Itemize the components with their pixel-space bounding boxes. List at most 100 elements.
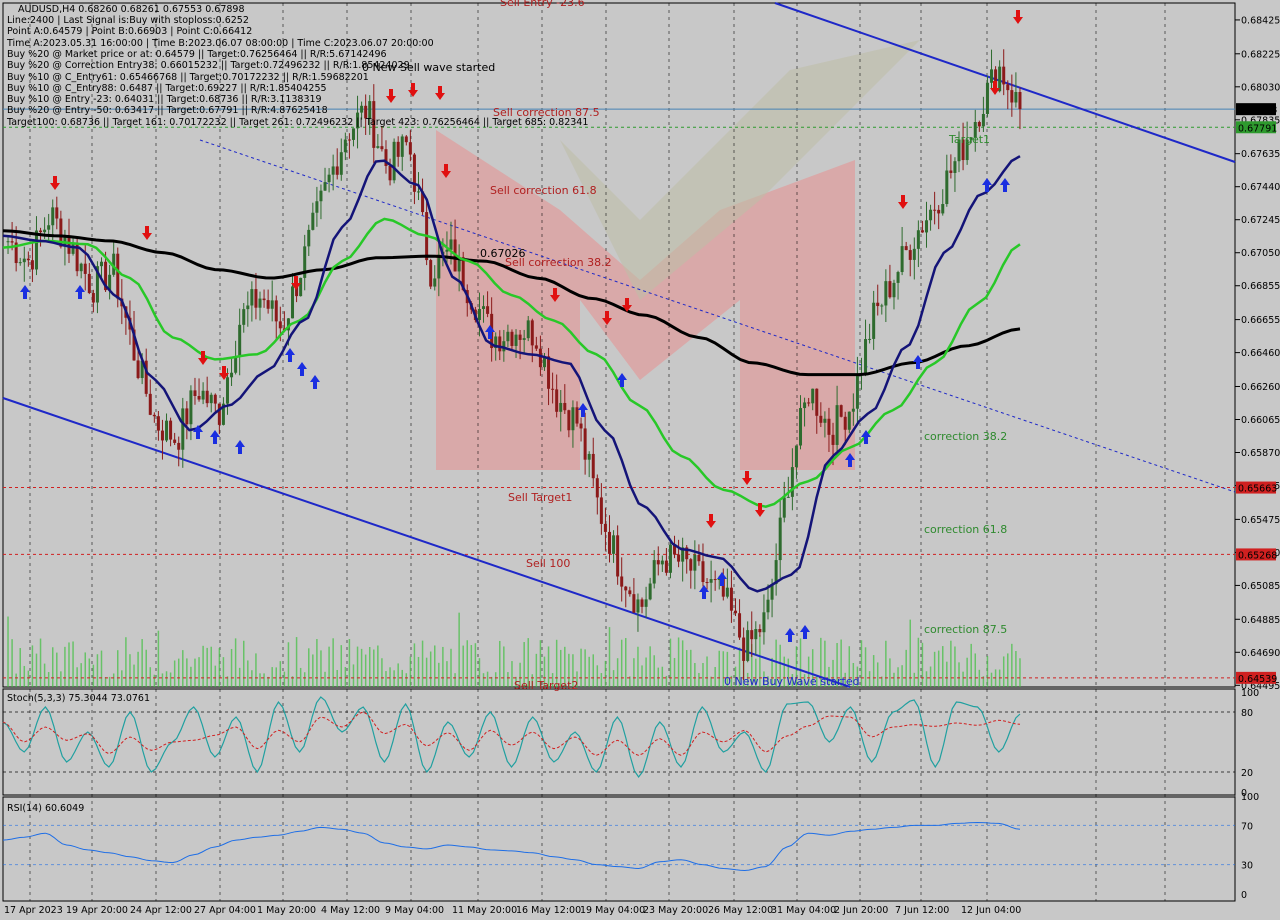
candle-body <box>762 612 766 633</box>
candle-body <box>429 260 433 287</box>
candle-body <box>376 146 380 148</box>
candle-body <box>811 388 815 404</box>
candle-body <box>742 637 746 661</box>
candle-body <box>433 278 437 287</box>
annotation-sell-target1: Sell Target1 <box>508 491 572 504</box>
candle-body <box>18 262 22 264</box>
candle-body <box>632 594 636 613</box>
candle-body <box>941 204 945 214</box>
candle-body <box>193 390 197 396</box>
price-tag-label: 0.67791 <box>1238 123 1277 134</box>
candle-body <box>315 201 319 213</box>
price-tick-label: 0.68030 <box>1241 82 1280 93</box>
candle-body <box>22 258 26 263</box>
candle-body <box>6 241 10 243</box>
candle-body <box>908 250 912 260</box>
candle-body <box>937 209 941 214</box>
candle-body <box>522 338 526 340</box>
candle-body <box>201 390 205 400</box>
candle-body <box>152 414 156 417</box>
candle-body <box>786 496 790 498</box>
candle-body <box>30 260 34 270</box>
candle-body <box>847 411 851 430</box>
candle-body <box>1006 84 1010 91</box>
candle-body <box>571 407 575 431</box>
price-tick-label: 0.67635 <box>1241 149 1280 160</box>
candle-body <box>579 423 583 429</box>
candle-body <box>705 582 709 584</box>
signal-info-line: Buy %20 @ Correction Entry38: 0.66015232… <box>7 60 410 72</box>
candle-body <box>538 348 542 368</box>
candle-body <box>701 561 705 583</box>
candle-body <box>766 599 770 613</box>
candle-body <box>758 629 762 633</box>
candle-body <box>807 402 811 404</box>
time-tick-label: 27 Apr 04:00 <box>194 905 256 916</box>
price-tick-label: 0.67245 <box>1241 215 1280 226</box>
candle-body <box>896 272 900 283</box>
time-tick-label: 23 May 20:00 <box>643 905 708 916</box>
candle-body <box>998 66 1002 92</box>
annotation-target1: Target1 <box>948 133 990 146</box>
candle-body <box>34 230 38 270</box>
candle-body <box>794 445 798 468</box>
candle-body <box>351 128 355 140</box>
candle-body <box>205 390 209 404</box>
candle-body <box>83 263 87 274</box>
price-tick-label: 0.66065 <box>1241 415 1280 426</box>
candle-body <box>380 146 384 150</box>
rsi-level-label: 0 <box>1241 890 1247 901</box>
chart-canvas: Sell Entry -23.60 New Sell wave startedS… <box>0 0 1280 920</box>
candle-body <box>855 374 859 409</box>
time-tick-label: 12 Jun 04:00 <box>961 905 1021 916</box>
candle-body <box>599 497 603 524</box>
candle-body <box>360 105 364 113</box>
time-tick-label: 17 Apr 2023 <box>4 905 63 916</box>
time-tick-label: 1 May 20:00 <box>257 905 316 916</box>
candle-body <box>868 338 872 340</box>
time-tick-label: 2 Jun 20:00 <box>834 905 888 916</box>
candle-body <box>754 629 758 640</box>
candle-body <box>750 630 754 640</box>
candle-body <box>412 154 416 192</box>
candle-body <box>343 139 347 153</box>
candle-body <box>648 583 652 600</box>
candle-body <box>933 209 937 211</box>
candle-body <box>790 467 794 497</box>
annotation-correction-618: correction 61.8 <box>924 523 1007 536</box>
stoch-level-label: 80 <box>1241 708 1253 719</box>
candle-body <box>498 336 502 352</box>
candle-body <box>392 141 396 181</box>
candle-body <box>43 229 47 233</box>
candle-body <box>916 230 920 249</box>
candle-body <box>591 453 595 479</box>
candle-body <box>173 439 177 443</box>
candle-body <box>347 139 351 141</box>
candle-body <box>945 170 949 205</box>
candle-body <box>47 225 51 230</box>
candle-body <box>230 372 234 378</box>
candle-body <box>620 576 624 587</box>
candle-body <box>79 263 83 272</box>
candle-body <box>628 590 632 595</box>
candle-body <box>530 320 534 346</box>
candle-body <box>547 356 551 389</box>
candle-body <box>486 306 490 314</box>
candle-body <box>339 152 343 175</box>
candle-body <box>189 390 193 425</box>
annotation-sell-100: Sell 100 <box>526 557 570 570</box>
candle-body <box>884 281 888 306</box>
candle-body <box>185 408 189 425</box>
candle-body <box>738 613 742 638</box>
candle-body <box>876 302 880 307</box>
signal-info-line: Time A:2023.05.31 16:00:00 | Time B:2023… <box>7 37 434 49</box>
candle-body <box>242 309 246 325</box>
candle-body <box>10 241 14 243</box>
candle-body <box>689 559 693 571</box>
annotation-sell-correction-618: Sell correction 61.8 <box>490 184 597 197</box>
price-tick-label: 0.66260 <box>1241 382 1280 393</box>
candle-body <box>400 136 404 157</box>
price-tick-label: 0.67440 <box>1241 182 1280 193</box>
signal-info-line: Buy %20 @ Market price or at: 0.64579 ||… <box>7 48 387 60</box>
candle-body <box>920 230 924 233</box>
